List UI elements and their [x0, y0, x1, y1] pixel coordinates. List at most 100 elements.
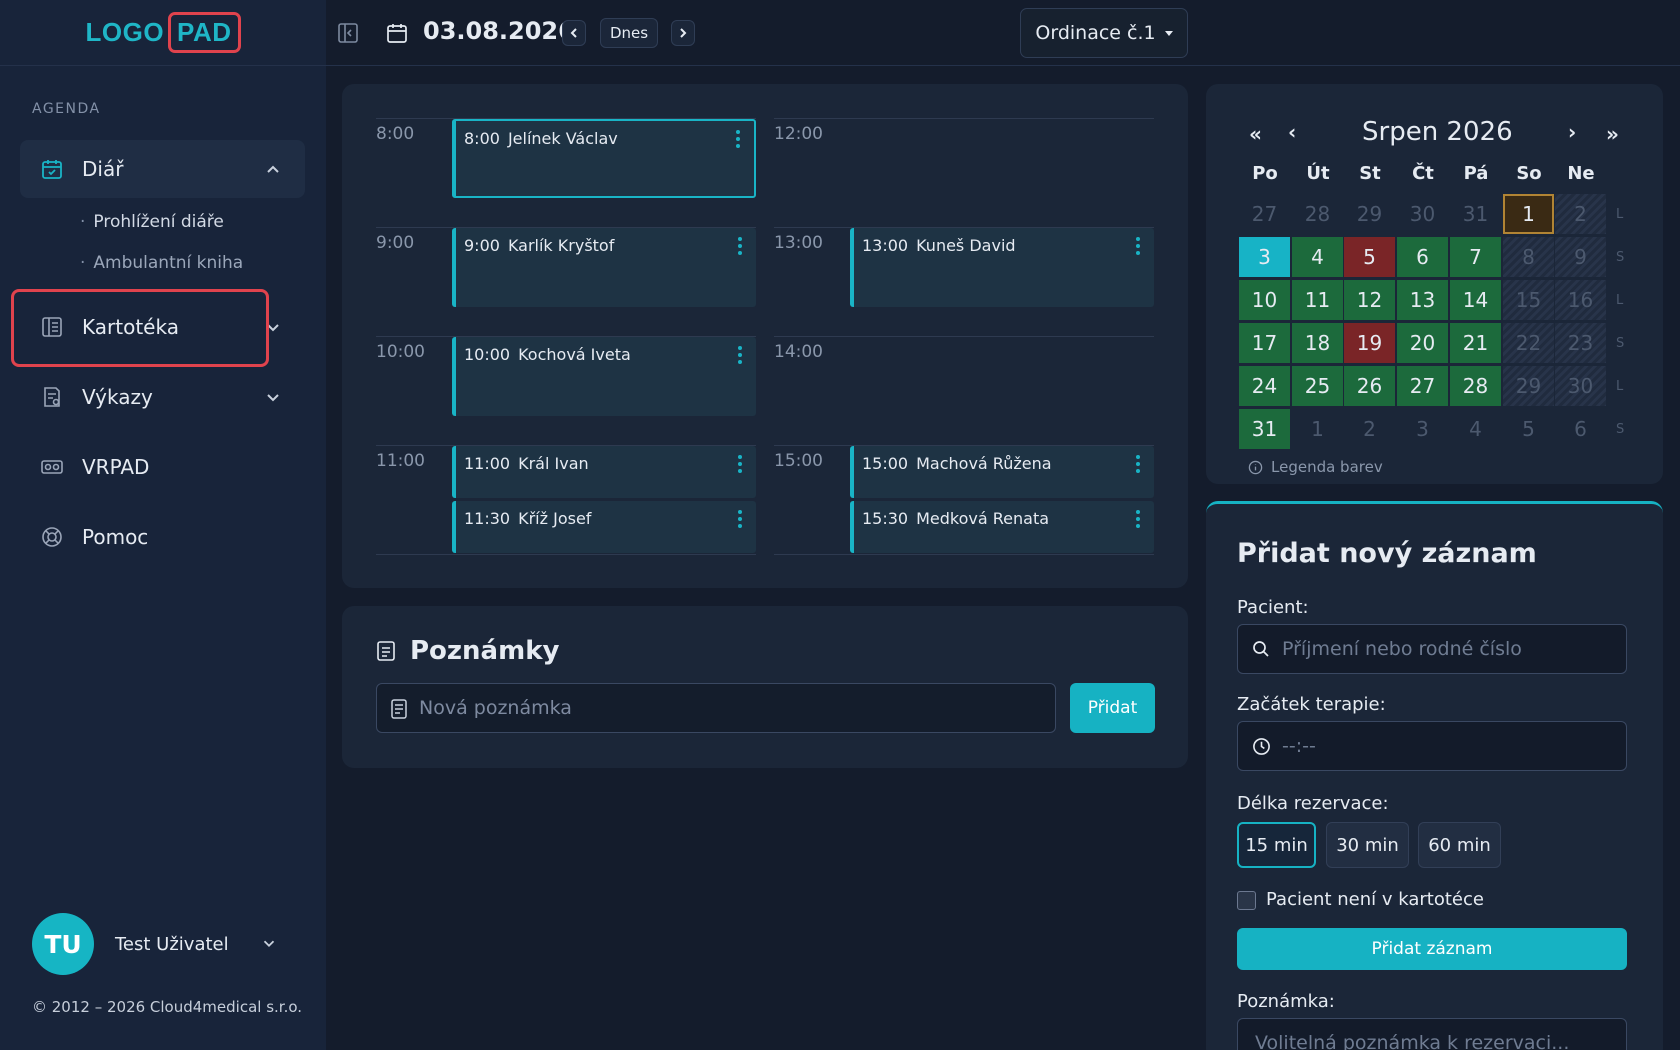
next-month-icon[interactable]: › — [1568, 120, 1576, 144]
calendar-day[interactable]: 13 — [1397, 280, 1448, 320]
sidebar-item-vykazy[interactable]: Výkazy — [20, 368, 305, 426]
sidebar-toggle-icon[interactable] — [336, 21, 360, 45]
prev-day-button[interactable] — [562, 20, 586, 46]
last-month-icon[interactable]: » — [1606, 122, 1619, 146]
reservation-note-input[interactable]: Volitelná poznámka k rezervaci... — [1237, 1018, 1627, 1050]
calendar-day[interactable]: 6 — [1555, 409, 1606, 449]
appointment-time: 10:00 — [464, 345, 511, 364]
calendar-day[interactable]: 7 — [1450, 237, 1501, 277]
calendar-day[interactable]: 15 — [1503, 280, 1554, 320]
sidebar-item-pomoc[interactable]: Pomoc — [20, 508, 305, 566]
appointment[interactable]: 11:00 Král Ivan — [452, 446, 756, 498]
not-in-records-label[interactable]: Pacient není v kartotéce — [1266, 889, 1484, 910]
calendar-day[interactable]: 17 — [1239, 323, 1290, 363]
chevron-up-icon[interactable] — [263, 159, 283, 179]
new-note-input[interactable]: Nová poznámka — [376, 683, 1056, 733]
calendar-day[interactable]: 8 — [1503, 237, 1554, 277]
appointment-time: 15:30 — [862, 509, 909, 528]
calendar-day[interactable]: 2 — [1344, 409, 1395, 449]
calendar-day[interactable]: 21 — [1450, 323, 1501, 363]
add-record-button[interactable]: Přidat záznam — [1237, 928, 1627, 970]
more-vertical-icon[interactable] — [738, 510, 742, 531]
calendar-day[interactable]: 3 — [1239, 237, 1290, 277]
appointment[interactable]: 13:00 Kuneš David — [850, 228, 1154, 307]
calendar-day[interactable]: 1 — [1292, 409, 1343, 449]
calendar-day[interactable]: 10 — [1239, 280, 1290, 320]
calendar-day[interactable]: 22 — [1503, 323, 1554, 363]
add-note-button[interactable]: Přidat — [1070, 683, 1155, 733]
calendar-day[interactable]: 4 — [1292, 237, 1343, 277]
sidebar-subitem-prohlizeni[interactable]: Prohlížení diáře — [80, 212, 223, 232]
more-vertical-icon[interactable] — [1136, 510, 1140, 531]
more-vertical-icon[interactable] — [1136, 237, 1140, 258]
calendar-day[interactable]: 5 — [1503, 409, 1554, 449]
calendar-day[interactable]: 2 — [1555, 194, 1606, 234]
more-vertical-icon[interactable] — [1136, 455, 1140, 476]
calendar-day[interactable]: 24 — [1239, 366, 1290, 406]
calendar-day[interactable]: 30 — [1397, 194, 1448, 234]
patient-search-input[interactable]: Příjmení nebo rodné číslo — [1237, 624, 1627, 674]
calendar-day[interactable]: 29 — [1344, 194, 1395, 234]
calendar-day[interactable]: 12 — [1344, 280, 1395, 320]
user-menu[interactable]: TU Test Uživatel — [32, 913, 275, 975]
first-month-icon[interactable]: « — [1249, 122, 1262, 146]
today-button[interactable]: Dnes — [600, 18, 658, 48]
chevron-down-icon[interactable] — [263, 387, 283, 407]
more-vertical-icon[interactable] — [738, 237, 742, 258]
calendar-day[interactable]: 9 — [1555, 237, 1606, 277]
calendar-day[interactable]: 1 — [1503, 194, 1554, 234]
more-vertical-icon[interactable] — [738, 455, 742, 476]
appointment[interactable]: 9:00 Karlík Kryštof — [452, 228, 756, 307]
calendar-day[interactable]: 30 — [1555, 366, 1606, 406]
calendar-day[interactable]: 27 — [1239, 194, 1290, 234]
week-marker: L — [1616, 293, 1624, 308]
appointment[interactable]: 15:30 Medková Renata — [850, 501, 1154, 553]
length-15-button[interactable]: 15 min — [1237, 822, 1316, 868]
chevron-down-icon[interactable] — [260, 934, 278, 952]
calendar-day[interactable]: 5 — [1344, 237, 1395, 277]
calendar-day[interactable]: 19 — [1344, 323, 1395, 363]
chevron-right-icon — [680, 28, 687, 38]
appointment[interactable]: 11:30 Kříž Josef — [452, 501, 756, 553]
color-legend-link[interactable]: Legenda barev — [1248, 458, 1383, 476]
sidebar-item-vrpad[interactable]: VRPAD — [20, 438, 305, 496]
calendar-day[interactable]: 6 — [1397, 237, 1448, 277]
calendar-day[interactable]: 4 — [1450, 409, 1501, 449]
calendar-day[interactable]: 26 — [1344, 366, 1395, 406]
calendar-day[interactable]: 28 — [1450, 366, 1501, 406]
logo[interactable]: LOGO PAD — [85, 12, 241, 53]
length-60-button[interactable]: 60 min — [1418, 822, 1501, 868]
appointment[interactable]: 8:00 Jelínek Václav — [452, 119, 756, 198]
calendar-day[interactable]: 31 — [1239, 409, 1290, 449]
calendar-day[interactable]: 28 — [1292, 194, 1343, 234]
prev-month-icon[interactable]: ‹ — [1288, 120, 1296, 144]
hour-label: 11:00 — [376, 451, 425, 471]
more-vertical-icon[interactable] — [738, 346, 742, 367]
calendar-icon[interactable] — [384, 20, 410, 46]
info-icon — [1248, 460, 1263, 474]
calendar-day[interactable]: 27 — [1397, 366, 1448, 406]
sidebar-subitem-ambulantni[interactable]: Ambulantní kniha — [80, 253, 243, 273]
appointment[interactable]: 10:00 Kochová Iveta — [452, 337, 756, 416]
calendar-day[interactable]: 23 — [1555, 323, 1606, 363]
start-label: Začátek terapie: — [1237, 694, 1386, 715]
calendar-day[interactable]: 14 — [1450, 280, 1501, 320]
calendar-day[interactable]: 20 — [1397, 323, 1448, 363]
calendar-day[interactable]: 3 — [1397, 409, 1448, 449]
calendar-day[interactable]: 18 — [1292, 323, 1343, 363]
calendar-day[interactable]: 31 — [1450, 194, 1501, 234]
calendar-day[interactable]: 16 — [1555, 280, 1606, 320]
office-select[interactable]: Ordinace č.1 — [1020, 8, 1188, 58]
length-30-button[interactable]: 30 min — [1326, 822, 1409, 868]
appointment[interactable]: 15:00 Machová Růžena — [850, 446, 1154, 498]
not-in-records-checkbox[interactable] — [1237, 891, 1256, 910]
current-date[interactable]: 03.08.2026 — [423, 17, 575, 45]
calendar-day[interactable]: 29 — [1503, 366, 1554, 406]
patient-label: Pacient: — [1237, 597, 1309, 618]
calendar-day[interactable]: 11 — [1292, 280, 1343, 320]
next-day-button[interactable] — [671, 20, 695, 46]
more-vertical-icon[interactable] — [736, 130, 740, 151]
calendar-day[interactable]: 25 — [1292, 366, 1343, 406]
sidebar-item-diar[interactable]: Diář — [20, 140, 305, 198]
start-time-input[interactable]: --:-- — [1237, 721, 1627, 771]
